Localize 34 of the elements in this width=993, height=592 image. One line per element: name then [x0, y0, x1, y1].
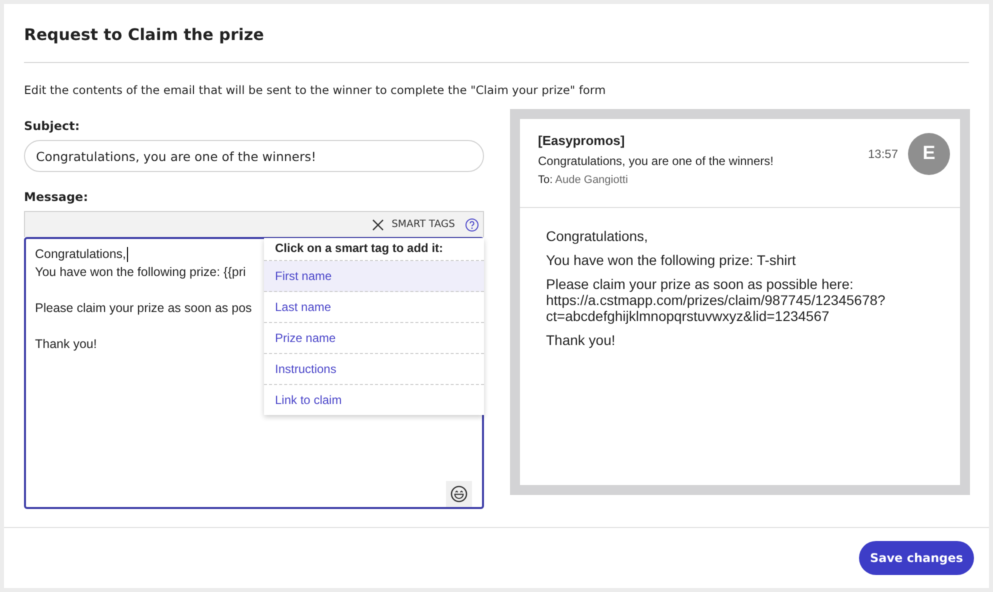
close-icon[interactable]: [372, 218, 384, 230]
email-sender: [Easypromos]: [538, 133, 626, 148]
smart-tag-item[interactable]: Last name: [264, 292, 484, 323]
recipient-name: Aude Gangiotti: [555, 174, 628, 186]
message-field[interactable]: Congratulations, You have won the following prize: {{pri Please claim your prize as soon as pos Thank you! Click on a smart tag to add it: First name Last name Prize name Instructions Link to claim: [24, 237, 484, 509]
email-line: ct=abcdefghijklmnopqrstuvwxyz&lid=1234567: [546, 308, 830, 324]
emoji-button[interactable]: [446, 481, 472, 507]
description: Edit the contents of the email that will be sent to the winner to complete the "Claim your prize" form: [24, 83, 607, 99]
smart-tag-item[interactable]: Instructions: [264, 354, 484, 385]
message-label: Message:: [24, 190, 89, 206]
avatar: E: [908, 133, 950, 175]
to-label: To:: [538, 174, 553, 186]
message-line: Congratulations,: [35, 247, 126, 261]
email-line: https://a.cstmapp.com/prizes/claim/987745/12345678?: [546, 292, 886, 308]
subject-label: Subject:: [24, 119, 81, 135]
message-line: You have won the following prize: {{pri: [35, 265, 246, 279]
help-icon[interactable]: [465, 218, 479, 232]
smart-tag-item[interactable]: Prize name: [264, 323, 484, 354]
dialog-title: Request to Claim the prize: [24, 24, 264, 44]
save-button[interactable]: Save changes: [858, 541, 974, 575]
message-line: Thank you!: [35, 337, 97, 351]
email-subject: Congratulations, you are one of the winners!: [538, 154, 774, 168]
email-time: 13:57: [868, 147, 898, 161]
smiley-icon: [450, 485, 468, 503]
smart-tags-button[interactable]: SMART TAGS: [392, 219, 455, 230]
email-line: You have won the following prize: T-shirt: [546, 252, 797, 268]
text-cursor: [127, 247, 128, 262]
smart-tag-item[interactable]: Link to claim: [264, 385, 484, 415]
email-line: Congratulations,: [546, 228, 649, 244]
email-line: Thank you!: [546, 332, 616, 348]
email-line: Please claim your prize as soon as possible here:: [546, 276, 854, 292]
message-line: Please claim your prize as soon as pos: [35, 301, 252, 315]
smart-tag-item[interactable]: First name: [264, 261, 484, 292]
subject-field[interactable]: Congratulations, you are one of the winners!: [24, 140, 484, 172]
